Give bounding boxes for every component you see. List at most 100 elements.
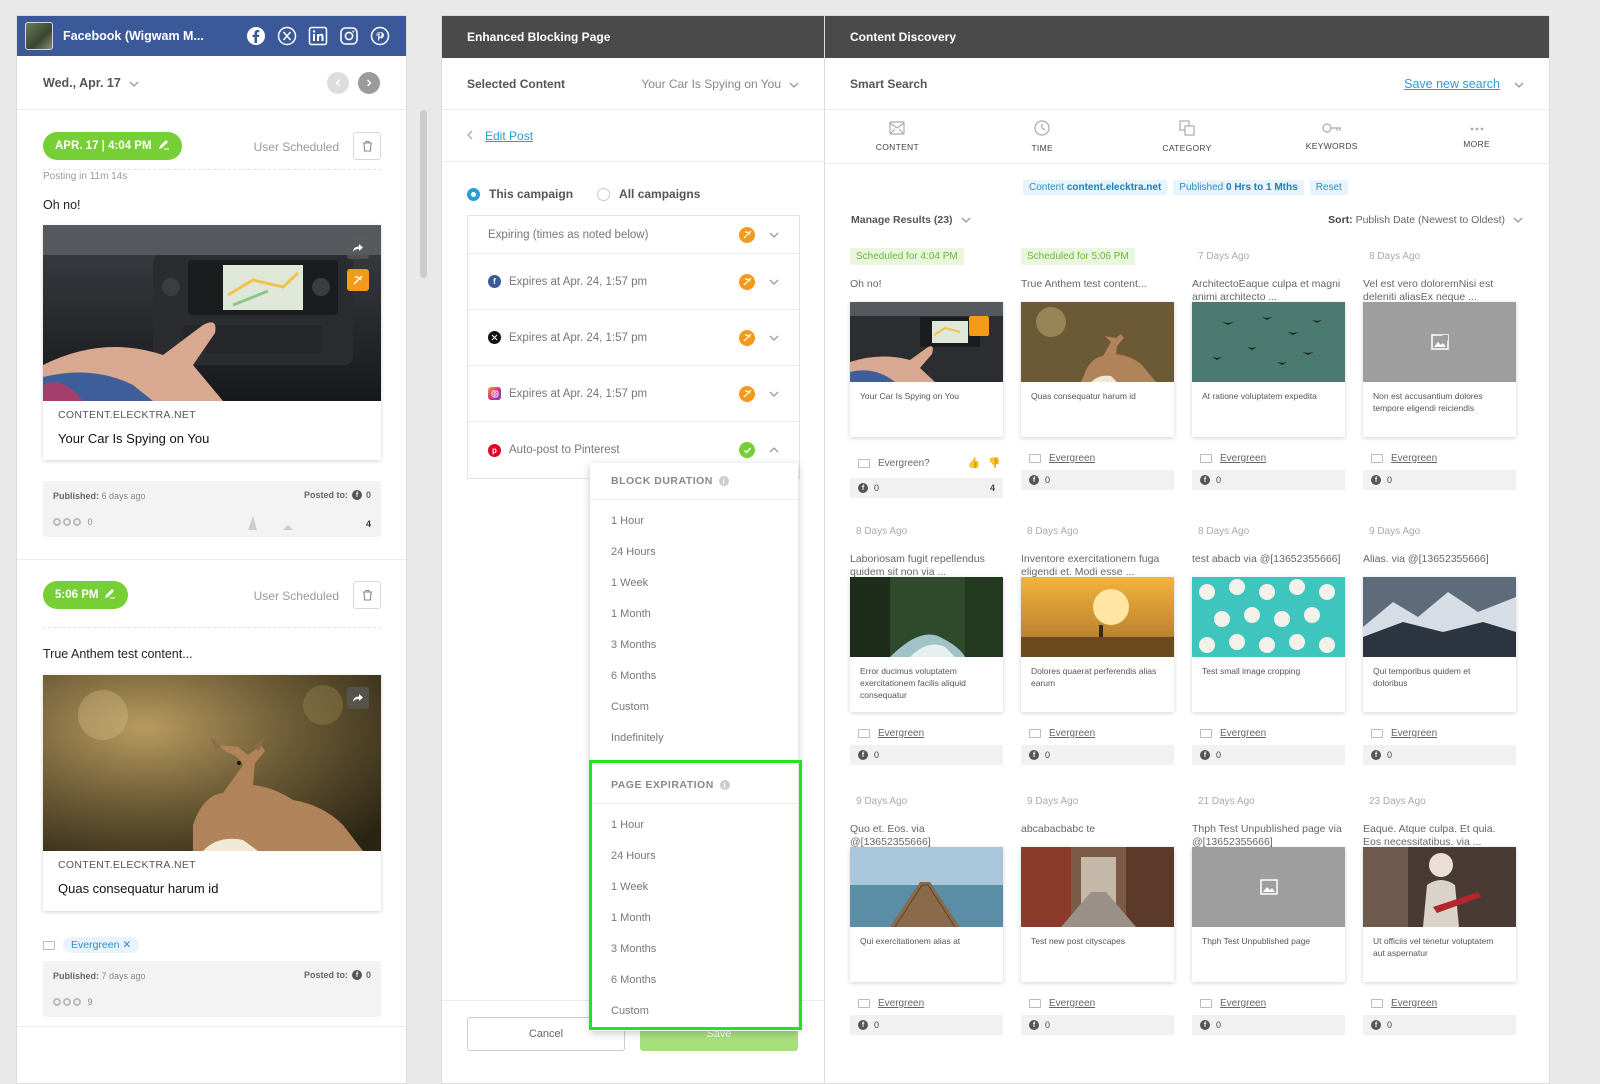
link-preview-card[interactable]: CONTENT.ELECKTRA.NET Your Car Is Spying … [43,225,381,460]
evergreen-toggle[interactable]: Evergreen [1200,998,1266,1009]
tile-caption: Dolores quaerat perferendis alias earum [1031,666,1157,688]
pinterest-icon[interactable] [369,25,391,47]
filter-tab-keywords[interactable]: KEYWORDS [1259,110,1404,163]
radio-this-campaign[interactable] [467,187,480,201]
block-status-icon[interactable] [347,269,369,291]
chevron-down-icon[interactable] [129,76,139,90]
evergreen-toggle[interactable]: Evergreen [1029,998,1095,1009]
block-duration-option[interactable]: 24 Hours [590,536,798,567]
filter-tab-category[interactable]: CATEGORY [1115,110,1260,163]
block-duration-option[interactable]: 1 Hour [590,505,798,536]
tile-card[interactable]: Qui temporibus quidem et doloribus [1363,577,1516,712]
post-time-pill[interactable]: 5:06 PM [43,581,129,609]
tile-card[interactable]: Error ducimus voluptatem exercitationem … [850,577,1003,712]
link-domain: CONTENT.ELECKTRA.NET [58,409,196,421]
info-icon[interactable]: i [719,780,730,790]
filter-tab-content[interactable]: CONTENT [825,110,970,163]
delete-post-button[interactable] [353,132,381,160]
evergreen-toggle[interactable]: Evergreen [1200,728,1266,739]
evergreen-toggle[interactable]: Evergreen? 👍 👎 [858,458,1001,469]
evergreen-toggle[interactable]: Evergreen [1029,453,1095,464]
page-expiration-option[interactable]: 3 Months [590,933,798,964]
block-duration-option[interactable]: Indefinitely [590,722,798,753]
evergreen-toggle[interactable]: Evergreen [1200,453,1266,464]
filter-tab-more[interactable]: MORE [1404,110,1549,163]
link-preview-card[interactable]: CONTENT.ELECKTRA.NET Quas consequatur ha… [43,675,381,911]
tile-card[interactable]: Dolores quaerat perferendis alias earum [1021,577,1174,712]
evergreen-chip[interactable]: Evergreen ✕ [63,937,140,953]
filter-tab-time[interactable]: TIME [970,110,1115,163]
chevron-down-icon[interactable] [769,388,779,400]
expiration-row-facebook[interactable]: f Expires at Apr. 24, 1:57 pm [468,254,799,310]
chevron-up-icon[interactable] [769,444,779,456]
tile-card[interactable]: Non est accusantium dolores tempore elig… [1363,302,1516,437]
selected-content-value[interactable]: Your Car Is Spying on You [641,77,781,91]
page-expiration-option[interactable]: Custom [590,995,798,1026]
radio-this-campaign-label[interactable]: This campaign [489,187,573,201]
current-date[interactable]: Wed., Apr. 17 [43,76,121,90]
tile-card[interactable]: At ratione voluptatem expedita [1192,302,1345,437]
post-time-pill[interactable]: APR. 17 | 4:04 PM [43,132,182,160]
expiration-row-instagram[interactable]: Expires at Apr. 24, 1:57 pm [468,366,799,422]
x-icon[interactable] [276,25,298,47]
tile-image [1363,302,1516,382]
block-duration-option[interactable]: Custom [590,691,798,722]
filter-chip-content[interactable]: Content content.elecktra.net [1023,180,1168,195]
save-new-search-link[interactable]: Save new search [1404,77,1500,91]
tile-card[interactable]: Your Car Is Spying on You [850,302,1003,437]
instagram-icon[interactable] [338,25,360,47]
next-day-button[interactable] [358,71,380,94]
page-expiration-option[interactable]: 6 Months [590,964,798,995]
block-duration-option[interactable]: 6 Months [590,660,798,691]
evergreen-toggle[interactable]: Evergreen [858,728,924,739]
share-icon[interactable] [347,687,369,709]
block-duration-option[interactable]: 1 Week [590,567,798,598]
sort-dropdown[interactable]: Sort: Publish Date (Newest to Oldest) [1328,214,1523,226]
tile-card[interactable]: Test small image cropping [1192,577,1345,712]
page-expiration-option[interactable]: 1 Hour [590,809,798,840]
chevron-left-icon[interactable] [467,129,473,143]
account-name[interactable]: Facebook (Wigwam M... [63,29,233,43]
manage-results-dropdown[interactable]: Manage Results (23) [851,214,971,226]
page-expiration-option[interactable]: 24 Hours [590,840,798,871]
evergreen-toggle[interactable]: Evergreen [1029,728,1095,739]
chevron-down-icon[interactable] [769,276,779,288]
tile-card[interactable]: Quas consequatur harum id [1021,302,1174,437]
facebook-icon[interactable] [245,25,267,47]
share-icon[interactable] [347,237,369,259]
radio-all-campaigns[interactable] [597,187,611,201]
reset-filters-button[interactable]: Reset [1309,180,1348,195]
linkedin-icon[interactable] [307,25,329,47]
chevron-down-icon[interactable] [789,77,799,91]
chevron-down-icon[interactable] [769,229,779,241]
prev-day-button[interactable] [327,71,349,94]
evergreen-toggle[interactable]: Evergreen [1371,728,1437,739]
selected-content-row[interactable]: Selected Content Your Car Is Spying on Y… [442,58,824,110]
filter-chip-published[interactable]: Published 0 Hrs to 1 Mths [1173,180,1304,195]
thumbs-up-icon[interactable]: 👍 [968,458,980,469]
chevron-down-icon[interactable] [1514,77,1524,91]
thumbs-down-icon[interactable]: 👎 [988,458,1000,469]
page-expiration-option[interactable]: 1 Month [590,902,798,933]
chevron-down-icon[interactable] [769,332,779,344]
evergreen-toggle[interactable]: Evergreen [1371,453,1437,464]
tile-card[interactable]: Qui exercitationem alias at [850,847,1003,982]
facebook-icon: f [1371,475,1381,485]
tile-card[interactable]: Ut officiis vel tenetur voluptatem aut a… [1363,847,1516,982]
block-duration-option[interactable]: 3 Months [590,629,798,660]
tag-icon[interactable] [43,940,55,950]
radio-all-campaigns-label[interactable]: All campaigns [619,187,700,201]
scrollbar[interactable] [420,110,427,278]
evergreen-toggle[interactable]: Evergreen [858,998,924,1009]
expiring-summary-row[interactable]: Expiring (times as noted below) [468,216,799,254]
expiration-row-x[interactable]: Expires at Apr. 24, 1:57 pm [468,310,799,366]
page-expiration-option[interactable]: 1 Week [590,871,798,902]
block-duration-option[interactable]: 1 Month [590,598,798,629]
tile-card[interactable]: Test new post cityscapes [1021,847,1174,982]
evergreen-toggle[interactable]: Evergreen [1371,998,1437,1009]
edit-post-link[interactable]: Edit Post [485,129,533,143]
account-avatar[interactable] [25,22,53,50]
info-icon[interactable]: i [718,476,729,486]
tile-card[interactable]: Thph Test Unpublished page [1192,847,1345,982]
delete-post-button[interactable] [353,581,381,609]
